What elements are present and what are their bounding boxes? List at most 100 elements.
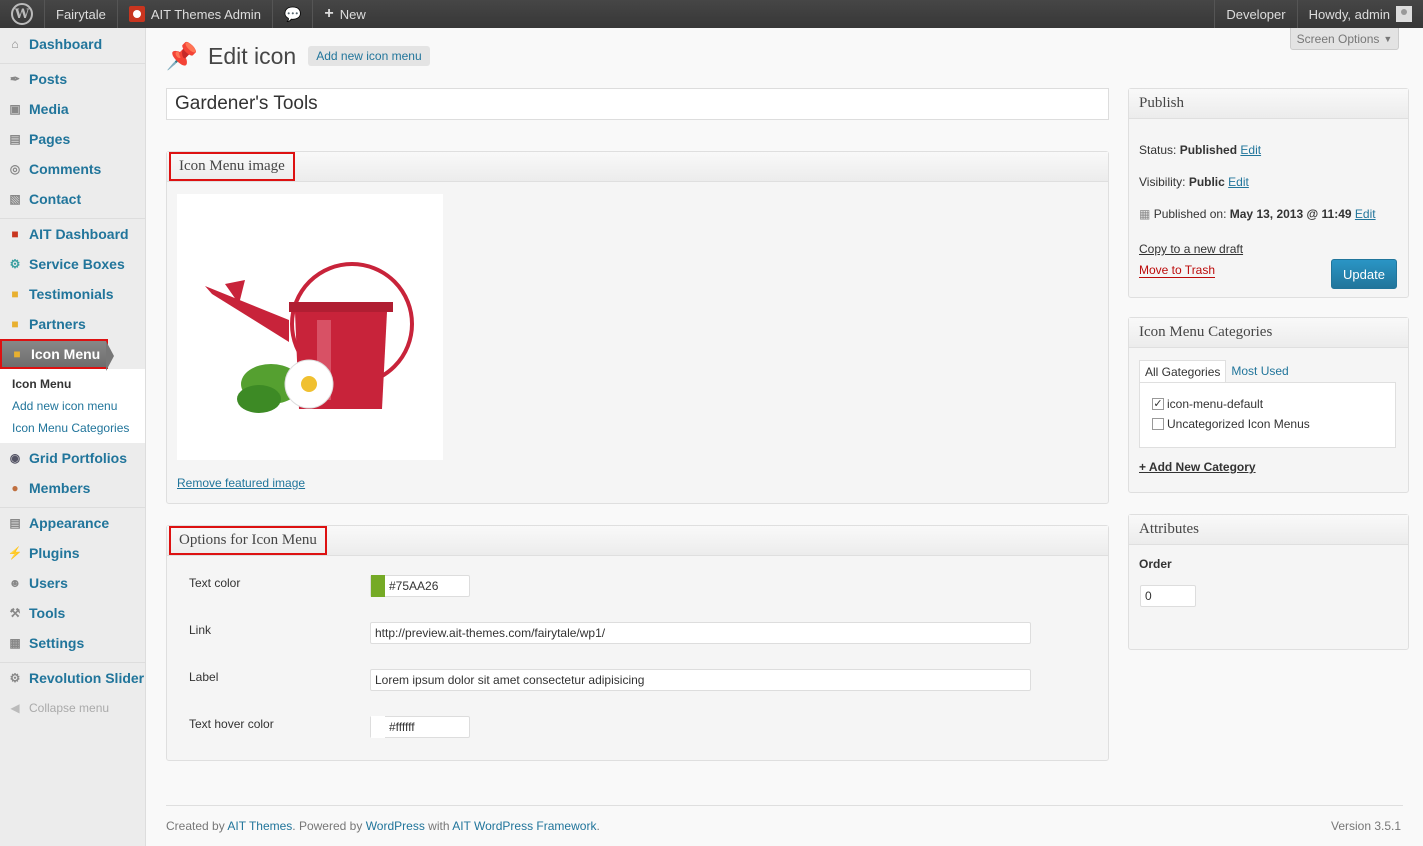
sidebar-item-posts[interactable]: ✒ Posts — [0, 64, 145, 94]
wp-logo-menu[interactable]: W — [0, 0, 45, 28]
link-label: Link — [189, 623, 212, 637]
howdy-label: Howdy, admin — [1308, 6, 1390, 22]
post-title-input[interactable]: Gardener's Tools — [166, 88, 1109, 120]
order-label: Order — [1139, 557, 1172, 571]
status-value: Published — [1179, 143, 1238, 157]
edit-status-link[interactable]: Edit — [1240, 143, 1261, 157]
settings-icon: ▦ — [9, 636, 21, 650]
add-new-category-link[interactable]: + Add New Category — [1139, 460, 1256, 474]
footer-credits: Created by AIT Themes. Powered by WordPr… — [166, 819, 600, 833]
status-label: Status: — [1139, 143, 1177, 157]
footer-divider — [166, 805, 1403, 806]
checkbox-unchecked[interactable] — [1152, 418, 1164, 430]
ait-admin-label: AIT Themes Admin — [150, 6, 261, 22]
featured-image-box-header[interactable]: Icon Menu image — [167, 152, 1108, 182]
label-field[interactable]: Lorem ipsum dolor sit amet consectetur a… — [370, 669, 1031, 691]
publish-box: Publish Status: Published Edit Visibilit… — [1128, 88, 1409, 298]
attributes-box: Attributes Order 0 — [1128, 514, 1409, 650]
featured-image-title: Icon Menu image — [169, 152, 295, 181]
text-color-field[interactable]: #75AA26 — [370, 575, 470, 597]
sidebar-item-icon-menu[interactable]: ■ Icon Menu — [0, 339, 114, 371]
sidebar-item-dashboard[interactable]: ⌂ Dashboard — [0, 28, 145, 59]
order-input[interactable]: 0 — [1140, 585, 1196, 607]
edit-visibility-link[interactable]: Edit — [1228, 175, 1249, 189]
framework-link[interactable]: AIT WordPress Framework — [452, 819, 596, 833]
sidebar-item-grid-portfolios[interactable]: ◉ Grid Portfolios — [0, 443, 145, 473]
sidebar-item-contact[interactable]: ▧ Contact — [0, 184, 145, 214]
wordpress-link[interactable]: WordPress — [366, 819, 425, 833]
hover-color-value: #ffffff — [389, 720, 415, 734]
footer-text: . — [596, 819, 600, 833]
sidebar-item-plugins[interactable]: ⚡ Plugins — [0, 538, 145, 568]
sidebar-item-pages[interactable]: ▤ Pages — [0, 124, 145, 154]
visibility-line: Visibility: Public Edit — [1139, 175, 1249, 189]
site-name-link[interactable]: Fairytale — [45, 0, 118, 28]
sidebar-item-label: Users — [29, 575, 68, 591]
sidebar-item-label: Plugins — [29, 545, 80, 561]
tools-icon: ⚒ — [9, 606, 21, 620]
sidebar-item-label: Grid Portfolios — [29, 450, 127, 466]
sidebar-item-label: Settings — [29, 635, 85, 651]
sidebar-item-partners[interactable]: ■ Partners — [0, 309, 145, 339]
visibility-value: Public — [1188, 175, 1225, 189]
featured-image[interactable] — [177, 194, 443, 460]
sidebar-item-appearance[interactable]: ▤ Appearance — [0, 508, 145, 538]
pushpin-icon: 📌 — [165, 40, 199, 71]
text-hover-color-label: Text hover color — [189, 717, 274, 731]
publish-box-header[interactable]: Publish — [1129, 89, 1408, 119]
category-tabs: All Gategories Most Used — [1139, 360, 1294, 383]
add-new-icon-menu-button[interactable]: Add new icon menu — [308, 46, 430, 66]
link-field[interactable]: http://preview.ait-themes.com/fairytale/… — [370, 622, 1031, 644]
account-menu[interactable]: Howdy, admin — [1296, 0, 1423, 28]
sidebar-item-label: Testimonials — [29, 286, 114, 302]
sidebar-item-comments[interactable]: ◎ Comments — [0, 154, 145, 184]
attributes-box-header[interactable]: Attributes — [1129, 515, 1408, 545]
sidebar-item-ait-dashboard[interactable]: ■ AIT Dashboard — [0, 219, 145, 249]
edit-date-link[interactable]: Edit — [1355, 207, 1376, 221]
box-icon: ■ — [11, 317, 19, 331]
sidebar-item-label: Tools — [29, 605, 66, 621]
move-to-trash-link[interactable]: Move to Trash — [1139, 263, 1216, 278]
admin-bar: W Fairytale AIT Themes Admin 💬 + New Dev… — [0, 0, 1423, 28]
sidebar-item-media[interactable]: ▣ Media — [0, 94, 145, 124]
tab-most-used[interactable]: Most Used — [1226, 360, 1293, 383]
update-button[interactable]: Update — [1331, 259, 1397, 289]
published-on-label: Published on: — [1153, 207, 1227, 221]
sidebar-item-revolution-slider[interactable]: ⚙ Revolution Slider — [0, 663, 145, 693]
collapse-menu-button[interactable]: ◀ Collapse menu — [0, 693, 145, 723]
sidebar-item-members[interactable]: ● Members — [0, 473, 145, 503]
person-icon: ● — [11, 481, 19, 495]
comments-link[interactable]: 💬 — [273, 0, 314, 28]
checkbox-checked[interactable]: ✓ — [1152, 398, 1164, 410]
tab-all-categories[interactable]: All Gategories — [1139, 360, 1227, 383]
categories-box-header[interactable]: Icon Menu Categories — [1129, 318, 1408, 348]
published-on-line: ▦ Published on: May 13, 2013 @ 11:49 Edi… — [1139, 207, 1376, 221]
new-content-menu[interactable]: + New — [313, 0, 376, 28]
icon-menu-options-box: Options for Icon Menu Text color #75AA26… — [166, 525, 1109, 761]
ait-themes-link[interactable]: AIT Themes — [227, 819, 292, 833]
submenu-icon-menu[interactable]: Icon Menu — [0, 373, 145, 395]
copy-to-draft-link[interactable]: Copy to a new draft — [1139, 242, 1243, 256]
icon-menu-options-box-header[interactable]: Options for Icon Menu — [167, 526, 1108, 556]
page-title: Edit icon — [208, 42, 297, 69]
comment-icon: ◎ — [9, 162, 21, 176]
submenu-add-new-icon-menu[interactable]: Add new icon menu — [0, 395, 145, 417]
sidebar-item-service-boxes[interactable]: ⚙ Service Boxes — [0, 249, 145, 279]
category-item[interactable]: Uncategorized Icon Menus — [1152, 417, 1310, 431]
developer-menu[interactable]: Developer — [1214, 0, 1296, 28]
category-item[interactable]: ✓ icon-menu-default — [1152, 397, 1263, 411]
screen-options-button[interactable]: Screen Options ▼ — [1290, 28, 1399, 50]
remove-featured-image-link[interactable]: Remove featured image — [177, 476, 305, 490]
ait-admin-link[interactable]: AIT Themes Admin — [118, 0, 273, 28]
category-label: icon-menu-default — [1167, 397, 1264, 411]
text-hover-color-field[interactable]: #ffffff — [370, 716, 470, 738]
submenu-icon-menu-categories[interactable]: Icon Menu Categories — [0, 417, 145, 439]
sidebar-item-tools[interactable]: ⚒ Tools — [0, 598, 145, 628]
sidebar-item-settings[interactable]: ▦ Settings — [0, 628, 145, 658]
admin-sidebar: ⌂ Dashboard ✒ Posts ▣ Media ▤ Pages ◎ Co… — [0, 28, 146, 846]
pages-icon: ▤ — [9, 132, 21, 146]
sidebar-item-testimonials[interactable]: ■ Testimonials — [0, 279, 145, 309]
sidebar-item-label: Comments — [29, 161, 102, 177]
sidebar-item-users[interactable]: ☻ Users — [0, 568, 145, 598]
comment-bubble-icon: 💬 — [283, 5, 302, 22]
